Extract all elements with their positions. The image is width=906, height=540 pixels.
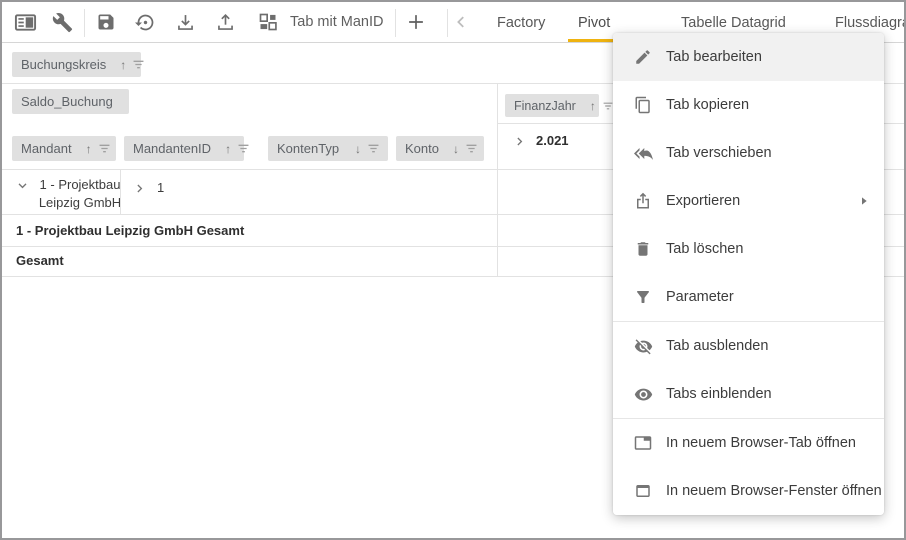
menu-item-browser-tab-oeffnen[interactable]: In neuem Browser-Tab öffnen: [613, 419, 884, 467]
filter-field-chip-buchungskreis[interactable]: Buchungskreis ↑: [12, 52, 141, 77]
chip-label: Saldo_Buchung: [21, 94, 113, 109]
filter-lines-icon[interactable]: [133, 60, 144, 69]
save-icon: [96, 12, 116, 32]
tabs-scroll-left-button[interactable]: [448, 4, 474, 40]
wrench-icon: [52, 12, 73, 33]
column-field-chip-finanzjahr[interactable]: FinanzJahr ↑: [505, 94, 599, 117]
download-icon: [175, 12, 196, 33]
menu-item-exportieren[interactable]: Exportieren: [613, 177, 884, 225]
save-button[interactable]: [88, 4, 124, 40]
filter-lines-icon[interactable]: [368, 144, 379, 153]
row-field-chip-mandant[interactable]: Mandant ↑: [12, 136, 116, 161]
submenu-arrow-icon: [856, 193, 872, 209]
eye-off-icon: [633, 336, 653, 356]
restore-icon: [135, 12, 156, 33]
expand-year-chevron[interactable]: [513, 135, 527, 149]
toolbar-divider: [84, 9, 85, 37]
menu-item-label: In neuem Browser-Tab öffnen: [666, 435, 856, 451]
sort-asc-icon: ↑: [120, 58, 126, 72]
app-window: Tab mit ManID Factory Pivot Tabelle Data…: [0, 0, 906, 540]
grand-total-row-label: Gesamt: [16, 253, 64, 268]
menu-item-label: Tab löschen: [666, 241, 743, 257]
menu-item-browser-fenster-oeffnen[interactable]: In neuem Browser-Fenster öffnen: [613, 467, 884, 515]
menu-item-label: Tab ausblenden: [666, 338, 768, 354]
menu-item-label: Tab verschieben: [666, 145, 772, 161]
browser-tab-icon: [633, 433, 653, 453]
menu-item-tab-ausblenden[interactable]: Tab ausblenden: [613, 322, 884, 370]
panel-toggle-button[interactable]: [7, 4, 43, 40]
menu-item-tab-verschieben[interactable]: Tab verschieben: [613, 129, 884, 177]
panel-separator: [497, 84, 498, 276]
delete-icon: [633, 239, 653, 259]
menu-item-label: Tab bearbeiten: [666, 49, 762, 65]
filter-lines-icon[interactable]: [466, 144, 477, 153]
copy-icon: [633, 95, 653, 115]
move-icon: [633, 143, 653, 163]
chip-label: KontenTyp: [277, 141, 339, 156]
menu-item-tabs-einblenden[interactable]: Tabs einblenden: [613, 370, 884, 418]
menu-item-tab-kopieren[interactable]: Tab kopieren: [613, 81, 884, 129]
upload-icon: [215, 12, 236, 33]
chip-label: Mandant: [21, 141, 72, 156]
subtotal-row-label: 1 - Projektbau Leipzig GmbH Gesamt: [16, 223, 244, 238]
row-mandant-value: 1 - Projektbau Leipzig GmbH: [36, 176, 124, 212]
edit-icon: [633, 47, 653, 67]
menu-item-parameter[interactable]: Parameter: [613, 273, 884, 321]
filter-lines-icon[interactable]: [238, 144, 249, 153]
browser-window-icon: [633, 481, 653, 501]
menu-item-label: Parameter: [666, 289, 734, 305]
chip-label: Buchungskreis: [21, 57, 106, 72]
row-field-chip-kontentyp[interactable]: KontenTyp ↓: [268, 136, 388, 161]
chip-label: FinanzJahr: [514, 99, 576, 113]
sort-desc-icon: ↓: [453, 142, 459, 156]
menu-item-label: Tabs einblenden: [666, 386, 772, 402]
expand-mandantenid-chevron[interactable]: [133, 182, 147, 196]
tab-factory[interactable]: Factory: [497, 15, 545, 31]
menu-item-label: Tab kopieren: [666, 97, 749, 113]
sort-asc-icon: ↑: [225, 142, 231, 156]
panel-icon: [14, 11, 37, 34]
data-field-chip-saldo-buchung[interactable]: Saldo_Buchung: [12, 89, 129, 114]
eye-icon: [633, 384, 653, 404]
tab-tabelle-datagrid[interactable]: Tabelle Datagrid: [681, 15, 786, 31]
sort-desc-icon: ↓: [355, 142, 361, 156]
settings-button[interactable]: [44, 4, 80, 40]
dashboard-icon: [258, 12, 278, 32]
row-field-chip-mandantenid[interactable]: MandantenID ↑: [124, 136, 244, 161]
tab-pivot[interactable]: Pivot: [578, 15, 610, 31]
collapse-row-chevron[interactable]: [16, 179, 30, 193]
download-button[interactable]: [167, 4, 203, 40]
restore-button[interactable]: [127, 4, 163, 40]
filter-lines-icon[interactable]: [99, 144, 110, 153]
menu-item-label: Exportieren: [666, 193, 740, 209]
upload-button[interactable]: [207, 4, 243, 40]
filter-lines-icon[interactable]: [603, 102, 613, 110]
cell-separator: [120, 170, 121, 214]
menu-item-label: In neuem Browser-Fenster öffnen: [666, 483, 882, 499]
tab-mit-manid-button[interactable]: Tab mit ManID: [250, 4, 391, 40]
menu-item-tab-loeschen[interactable]: Tab löschen: [613, 225, 884, 273]
tab-flussdiagramm[interactable]: Flussdiagra: [835, 15, 906, 31]
tab-mit-manid-label: Tab mit ManID: [290, 14, 383, 30]
chevron-left-icon: [452, 13, 470, 31]
filter-icon: [633, 287, 653, 307]
add-tab-button[interactable]: [398, 4, 434, 40]
toolbar-divider: [395, 9, 396, 37]
tab-context-menu: Tab bearbeiten Tab kopieren Tab verschie…: [613, 33, 884, 515]
plus-icon: [405, 11, 427, 33]
chip-label: MandantenID: [133, 141, 211, 156]
year-value: 2.021: [536, 133, 569, 148]
menu-item-tab-bearbeiten[interactable]: Tab bearbeiten: [613, 33, 884, 81]
row-field-chip-konto[interactable]: Konto ↓: [396, 136, 484, 161]
export-icon: [633, 191, 653, 211]
sort-asc-icon: ↑: [86, 142, 92, 156]
chip-label: Konto: [405, 141, 439, 156]
row-mandantenid-value: 1: [157, 180, 164, 195]
sort-asc-icon: ↑: [590, 99, 596, 113]
